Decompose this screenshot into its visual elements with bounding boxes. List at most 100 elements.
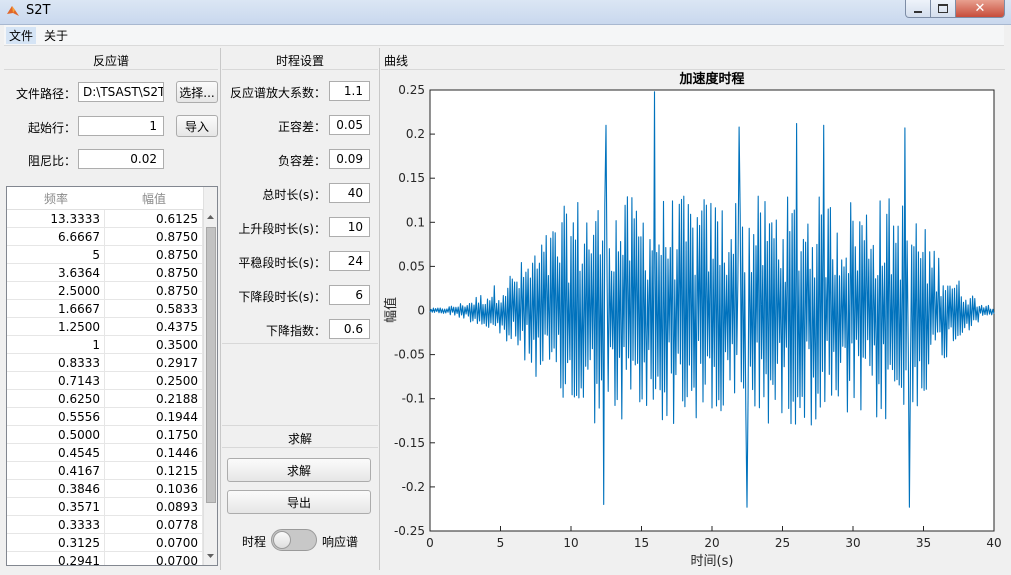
toggle-knob[interactable]: [273, 531, 291, 549]
table-row[interactable]: 0.3571 0.0893: [7, 498, 203, 516]
cell-amplitude[interactable]: 0.1446: [105, 444, 203, 462]
setting-input[interactable]: 6: [329, 285, 370, 305]
setting-input[interactable]: 1.1: [329, 81, 370, 101]
file-path-input[interactable]: D:\TSAST\S2T: [78, 82, 164, 102]
cell-frequency[interactable]: 5: [7, 246, 105, 264]
cell-amplitude[interactable]: 0.1215: [105, 462, 203, 480]
cell-amplitude[interactable]: 0.5833: [105, 300, 203, 318]
cell-amplitude[interactable]: 0.2500: [105, 372, 203, 390]
table-row[interactable]: 0.2941 0.0700: [7, 552, 203, 565]
setting-input[interactable]: 0.6: [329, 319, 370, 339]
cell-amplitude[interactable]: 0.0893: [105, 498, 203, 516]
cell-amplitude[interactable]: 0.1944: [105, 408, 203, 426]
export-button[interactable]: 导出: [227, 490, 371, 514]
minimize-button[interactable]: [905, 0, 931, 18]
cell-frequency[interactable]: 0.5000: [7, 426, 105, 444]
x-tick-label: 15: [634, 536, 649, 550]
cell-amplitude[interactable]: 0.1750: [105, 426, 203, 444]
table-row[interactable]: 1.2500 0.4375: [7, 318, 203, 336]
cell-frequency[interactable]: 1: [7, 336, 105, 354]
table-row[interactable]: 0.5556 0.1944: [7, 408, 203, 426]
matlab-icon: [7, 6, 19, 16]
column-header-amplitude[interactable]: 幅值: [105, 190, 203, 207]
cell-frequency[interactable]: 0.2941: [7, 552, 105, 565]
cell-amplitude[interactable]: 0.0778: [105, 516, 203, 534]
table-row[interactable]: 6.6667 0.8750: [7, 228, 203, 246]
close-button[interactable]: ✕: [955, 0, 1005, 18]
menu-file[interactable]: 文件: [6, 27, 37, 44]
table-row[interactable]: 0.4167 0.1215: [7, 462, 203, 480]
cell-frequency[interactable]: 0.4167: [7, 462, 105, 480]
setting-label: 平稳段时长(s)：: [238, 256, 326, 270]
setting-input[interactable]: 10: [329, 217, 370, 237]
browse-button[interactable]: 选择...: [176, 81, 218, 103]
damping-input[interactable]: 0.02: [78, 149, 164, 169]
column-header-frequency[interactable]: 频率: [7, 190, 105, 207]
cell-frequency[interactable]: 1.2500: [7, 318, 105, 336]
cell-amplitude[interactable]: 0.6125: [105, 210, 203, 228]
cell-frequency[interactable]: 1.6667: [7, 300, 105, 318]
cell-frequency[interactable]: 13.3333: [7, 210, 105, 228]
table-row[interactable]: 0.8333 0.2917: [7, 354, 203, 372]
cell-amplitude[interactable]: 0.3500: [105, 336, 203, 354]
table-row[interactable]: 0.7143 0.2500: [7, 372, 203, 390]
x-axis-label: 时间(s): [691, 554, 734, 569]
cell-frequency[interactable]: 0.3333: [7, 516, 105, 534]
cell-frequency[interactable]: 0.3125: [7, 534, 105, 552]
import-button[interactable]: 导入: [176, 115, 218, 137]
setting-input[interactable]: 24: [329, 251, 370, 271]
cell-frequency[interactable]: 0.3846: [7, 480, 105, 498]
solve-button[interactable]: 求解: [227, 458, 371, 482]
cell-amplitude[interactable]: 0.8750: [105, 228, 203, 246]
cell-frequency[interactable]: 0.7143: [7, 372, 105, 390]
cell-amplitude[interactable]: 0.2188: [105, 390, 203, 408]
table-row[interactable]: 13.3333 0.6125: [7, 210, 203, 228]
table-row[interactable]: 0.6250 0.2188: [7, 390, 203, 408]
table-row[interactable]: 1.6667 0.5833: [7, 300, 203, 318]
table-row[interactable]: 0.3333 0.0778: [7, 516, 203, 534]
setting-input[interactable]: 0.09: [329, 149, 370, 169]
menu-about[interactable]: 关于: [41, 27, 71, 44]
table-row[interactable]: 1 0.3500: [7, 336, 203, 354]
setting-input[interactable]: 0.05: [329, 115, 370, 135]
setting-label: 正容差：: [277, 120, 326, 134]
window-title: S2T: [26, 3, 51, 18]
divider: [222, 425, 378, 426]
table-row[interactable]: 0.3125 0.0700: [7, 534, 203, 552]
cell-frequency[interactable]: 0.4545: [7, 444, 105, 462]
scroll-up-arrow-icon[interactable]: [204, 210, 217, 224]
cell-amplitude[interactable]: 0.0700: [105, 552, 203, 565]
table-row[interactable]: 2.5000 0.8750: [7, 282, 203, 300]
start-row-input[interactable]: 1: [78, 116, 164, 136]
cell-frequency[interactable]: 0.8333: [7, 354, 105, 372]
cell-frequency[interactable]: 3.6364: [7, 264, 105, 282]
scroll-thumb[interactable]: [206, 227, 216, 503]
mode-toggle[interactable]: [271, 529, 317, 551]
acceleration-chart[interactable]: 加速度时程 时间(s) 幅值 0 5 10 15 20 25 30 35 40 -0.25 -0.2…: [381, 70, 1005, 570]
cell-frequency[interactable]: 2.5000: [7, 282, 105, 300]
scroll-down-arrow-icon[interactable]: [204, 549, 217, 563]
cell-frequency[interactable]: 6.6667: [7, 228, 105, 246]
cell-amplitude[interactable]: 0.0700: [105, 534, 203, 552]
table-body: 13.3333 0.6125 6.6667 0.8750 5 0.8750 3.6364 0.…: [7, 210, 203, 565]
cell-amplitude[interactable]: 0.8750: [105, 246, 203, 264]
maximize-button[interactable]: [930, 0, 956, 18]
cell-amplitude[interactable]: 0.4375: [105, 318, 203, 336]
table-row[interactable]: 0.5000 0.1750: [7, 426, 203, 444]
table-row[interactable]: 5 0.8750: [7, 246, 203, 264]
cell-amplitude[interactable]: 0.2917: [105, 354, 203, 372]
y-tick-label: 0: [417, 304, 425, 318]
table-scrollbar[interactable]: [203, 187, 217, 565]
cell-amplitude[interactable]: 0.8750: [105, 282, 203, 300]
table-row[interactable]: 0.3846 0.1036: [7, 480, 203, 498]
damping-label: 阻尼比：: [27, 154, 76, 168]
spectrum-table[interactable]: 频率 幅值 13.3333 0.6125 6.6667 0.8750 5 0.8750 3.…: [6, 186, 218, 566]
table-row[interactable]: 0.4545 0.1446: [7, 444, 203, 462]
cell-frequency[interactable]: 0.3571: [7, 498, 105, 516]
cell-frequency[interactable]: 0.6250: [7, 390, 105, 408]
setting-input[interactable]: 40: [329, 183, 370, 203]
cell-amplitude[interactable]: 0.8750: [105, 264, 203, 282]
cell-frequency[interactable]: 0.5556: [7, 408, 105, 426]
table-row[interactable]: 3.6364 0.8750: [7, 264, 203, 282]
cell-amplitude[interactable]: 0.1036: [105, 480, 203, 498]
